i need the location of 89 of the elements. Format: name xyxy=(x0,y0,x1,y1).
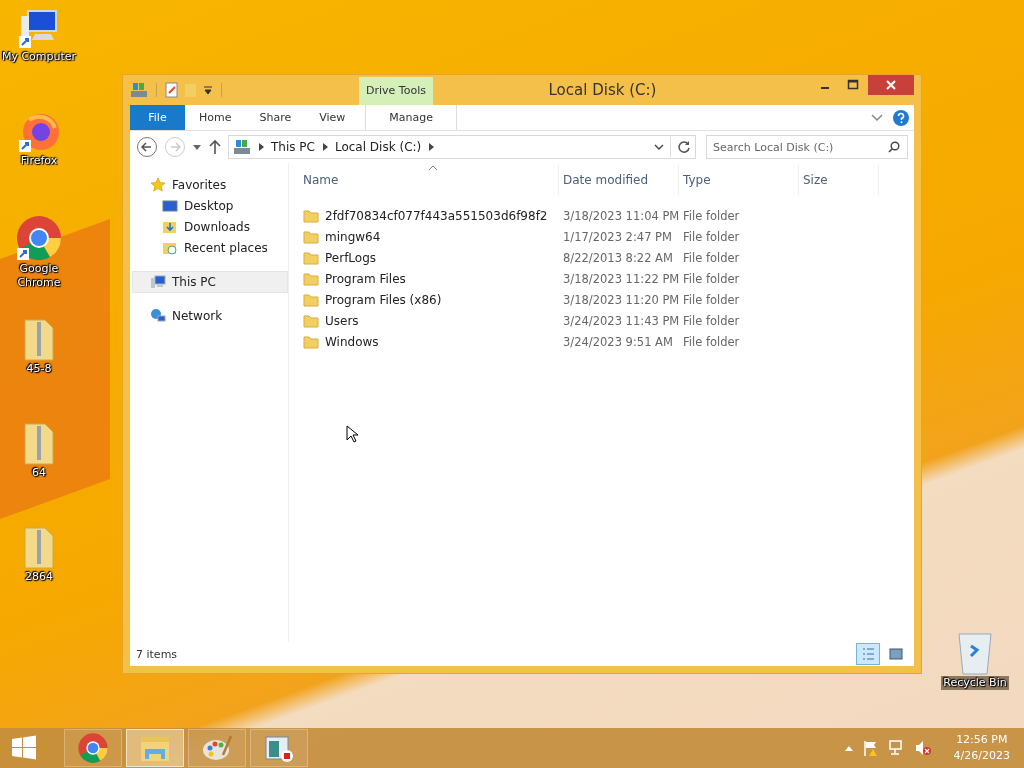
computer-icon xyxy=(150,274,166,290)
chrome-icon xyxy=(77,732,109,764)
type-cell-text: File folder xyxy=(682,313,741,328)
breadcrumb[interactable]: This PC xyxy=(271,140,315,154)
folder-icon[interactable] xyxy=(303,208,319,223)
ribbon-tab[interactable]: Home xyxy=(185,105,246,130)
breadcrumb[interactable]: Local Disk (C:) xyxy=(334,140,422,154)
date-cell-text: 3/18/2023 11:22 PM xyxy=(562,271,679,286)
folder-icon[interactable] xyxy=(303,313,319,328)
type-cell-text: File folder xyxy=(682,334,741,349)
recent-locations-icon[interactable] xyxy=(192,143,202,151)
window-title: Local Disk (C:) xyxy=(547,81,658,99)
screen-recorder-icon xyxy=(263,733,295,763)
up-arrow-icon[interactable] xyxy=(208,139,222,155)
star-icon xyxy=(150,177,166,193)
nav-item[interactable]: Recent places xyxy=(132,237,288,258)
zipped-folder-icon[interactable] xyxy=(21,422,57,466)
windows-start-button[interactable] xyxy=(10,734,38,762)
network-icon xyxy=(150,308,166,324)
mouse-pointer-icon xyxy=(346,425,358,443)
zipped-folder-icon[interactable] xyxy=(21,318,57,362)
details-view-button[interactable] xyxy=(856,643,880,665)
back-button[interactable] xyxy=(136,136,158,158)
drive-icon xyxy=(233,139,251,155)
ribbon-tab[interactable]: Share xyxy=(245,105,306,130)
date-cell-text: 3/18/2023 11:20 PM xyxy=(562,292,679,307)
date-cell-text: 3/18/2023 11:04 PM xyxy=(562,208,679,223)
search-icon[interactable] xyxy=(888,141,900,153)
folder-icon[interactable] xyxy=(303,229,319,244)
show-hidden-icons-button[interactable] xyxy=(843,744,854,752)
taskbar-button[interactable] xyxy=(250,729,308,767)
recycle-bin-icon[interactable] xyxy=(957,630,993,676)
dropdown-icon[interactable] xyxy=(203,85,213,95)
type-cell-text: File folder xyxy=(682,250,741,265)
nav-item[interactable]: Favorites xyxy=(132,175,288,195)
column-header[interactable]: Size xyxy=(799,165,879,195)
zipped-folder-icon[interactable] xyxy=(21,526,57,570)
file-name[interactable]: Windows xyxy=(325,334,379,349)
date-cell-text: 3/24/2023 11:43 PM xyxy=(562,313,679,328)
folder-icon[interactable] xyxy=(303,250,319,265)
file-name[interactable]: Program Files (x86) xyxy=(325,292,442,307)
chevron-icon[interactable] xyxy=(320,143,329,151)
file-tab[interactable]: File xyxy=(130,105,185,130)
ribbon-tab[interactable]: Manage xyxy=(365,105,458,130)
taskbar-button[interactable] xyxy=(126,729,184,767)
nav-item[interactable]: Network xyxy=(132,306,288,326)
type-cell-text: File folder xyxy=(682,271,741,286)
speaker-muted-icon[interactable] xyxy=(913,739,932,757)
properties-icon[interactable] xyxy=(165,82,179,98)
type-cell-text: File folder xyxy=(682,292,741,307)
dropdown-icon[interactable] xyxy=(654,143,664,151)
file-name[interactable]: Users xyxy=(325,313,359,328)
nav-item[interactable]: Downloads xyxy=(132,216,288,237)
paint-palette-icon xyxy=(201,733,233,763)
expand-ribbon-icon[interactable] xyxy=(871,112,883,123)
help-icon[interactable] xyxy=(893,109,909,126)
column-header[interactable]: Date modified xyxy=(559,165,679,195)
type-cell-text: File folder xyxy=(682,229,741,244)
file-name[interactable]: mingw64 xyxy=(325,229,381,244)
file-name[interactable]: Program Files xyxy=(325,271,406,286)
nav-item[interactable]: Desktop xyxy=(132,195,288,216)
column-header[interactable]: Type xyxy=(679,165,799,195)
folder-icon[interactable] xyxy=(303,271,319,286)
date-cell-text: 8/22/2013 8:22 AM xyxy=(562,250,674,265)
date-cell-text: 1/17/2023 2:47 PM xyxy=(562,229,673,244)
drive-tools-label: Drive Tools xyxy=(359,77,433,105)
desktop-icon xyxy=(162,197,178,214)
file-name[interactable]: PerfLogs xyxy=(325,250,377,265)
refresh-icon[interactable] xyxy=(677,140,691,154)
date-cell-text: 3/24/2023 9:51 AM xyxy=(562,334,674,349)
close-button[interactable] xyxy=(868,75,914,95)
item-count: 7 items xyxy=(136,647,178,661)
folder-icon[interactable] xyxy=(303,334,319,349)
chevron-icon[interactable] xyxy=(257,143,265,151)
taskbar-button[interactable] xyxy=(64,729,122,767)
chrome-icon[interactable] xyxy=(15,214,63,262)
column-header[interactable]: Name xyxy=(299,165,559,195)
taskbar-button[interactable] xyxy=(188,729,246,767)
flag-icon[interactable] xyxy=(861,739,880,757)
address-bar[interactable]: This PC Local Disk (C:) xyxy=(228,135,696,159)
desktop-icon-label[interactable]: Recycle Bin xyxy=(941,676,1009,690)
chevron-icon[interactable] xyxy=(427,143,436,151)
type-cell-text: File folder xyxy=(682,208,741,223)
folder-icon[interactable] xyxy=(303,292,319,307)
nav-item[interactable]: This PC xyxy=(132,271,288,293)
file-name[interactable]: 2fdf70834cf077f443a551503d6f98f2 xyxy=(325,208,548,223)
drive-icon[interactable] xyxy=(130,81,148,99)
ribbon-tab[interactable]: View xyxy=(305,105,360,130)
search-field[interactable]: Search Local Disk (C:) xyxy=(706,135,908,159)
